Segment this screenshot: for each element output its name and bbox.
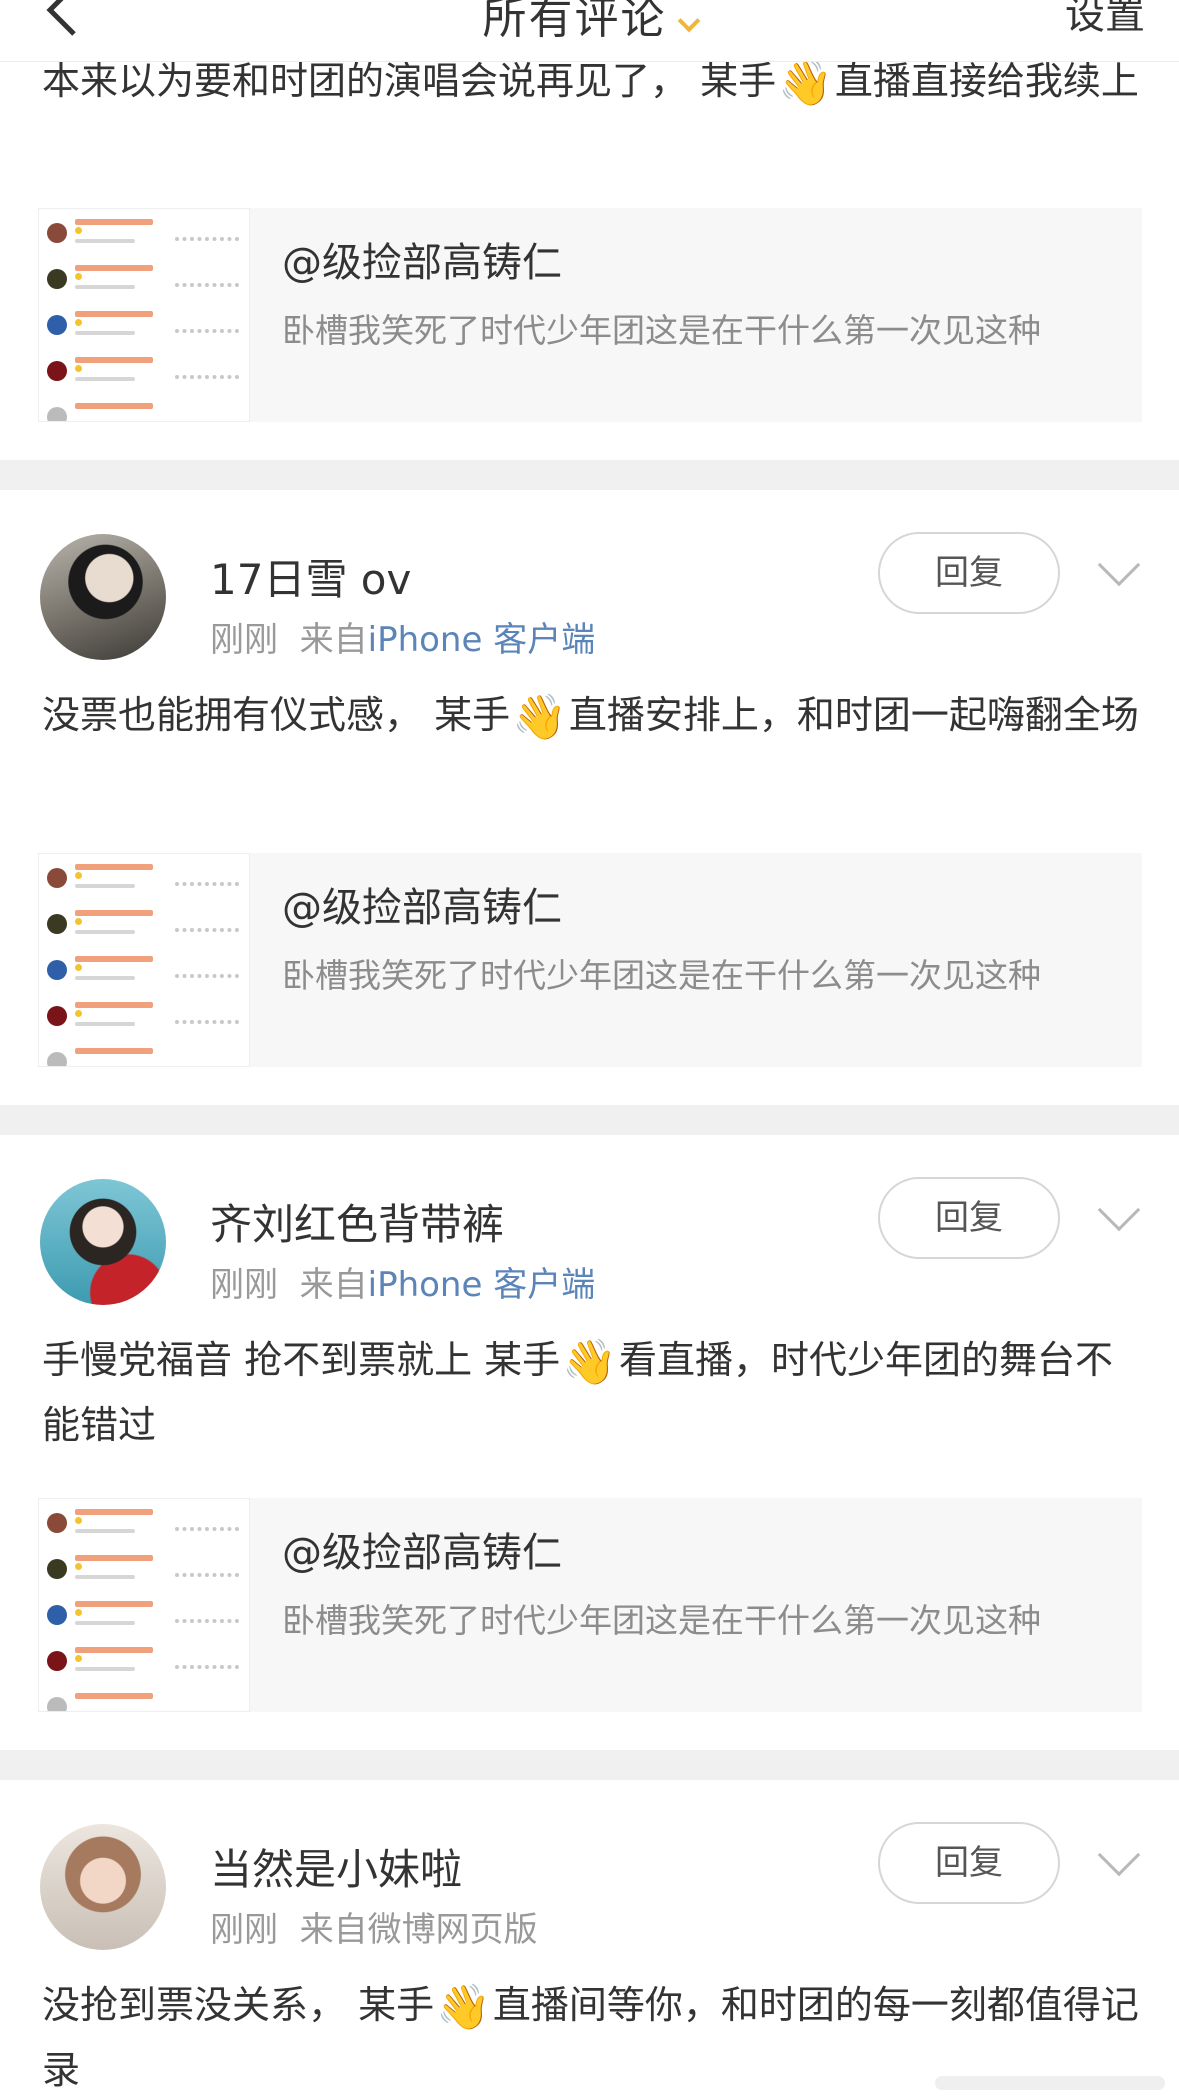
wave-hand-emoji: 👋 bbox=[436, 1982, 491, 2033]
settings-button[interactable]: 设置 bbox=[1065, 0, 1145, 40]
avatar[interactable] bbox=[40, 1824, 166, 1950]
shared-post-thumbnail bbox=[38, 853, 250, 1067]
comment-body: 手慢党福音 抢不到票就上 某手👋看直播，时代少年团的舞台不能错过 bbox=[0, 1329, 1179, 1457]
chevron-down-icon[interactable] bbox=[1097, 1188, 1141, 1232]
avatar[interactable] bbox=[40, 1179, 166, 1305]
comment-source[interactable]: iPhone 客户端 bbox=[368, 1265, 596, 1305]
shared-post-description: 卧槽我笑死了时代少年团这是在干什么第一次见这种 bbox=[282, 311, 1041, 350]
comment-username[interactable]: 17日雪 ov bbox=[210, 546, 411, 607]
section-divider bbox=[0, 460, 1179, 490]
comment-body: 没票也能拥有仪式感， 某手👋直播安排上，和时团一起嗨翻全场 bbox=[0, 684, 1179, 749]
shared-post-thumbnail bbox=[38, 1498, 250, 1712]
shared-post-card[interactable]: @级捡部高铸仁 卧槽我笑死了时代少年团这是在干什么第一次见这种 bbox=[38, 208, 1142, 422]
shared-post-username: @级捡部高铸仁 bbox=[282, 885, 562, 931]
verified-badge-icon bbox=[677, 9, 700, 33]
reply-button[interactable]: 回复 bbox=[878, 1177, 1060, 1259]
top-nav-bar: 所有评论 设置 bbox=[0, 0, 1179, 62]
scroll-indicator bbox=[935, 2076, 1165, 2090]
comment-source[interactable]: iPhone 客户端 bbox=[368, 620, 596, 660]
comment-meta: 刚刚 来自iPhone 客户端 bbox=[210, 1257, 595, 1306]
shared-post-username: @级捡部高铸仁 bbox=[282, 1530, 562, 1576]
reply-button[interactable]: 回复 bbox=[878, 532, 1060, 614]
reply-button[interactable]: 回复 bbox=[878, 1822, 1060, 1904]
comment-time: 刚刚 bbox=[210, 1910, 278, 1950]
section-divider bbox=[0, 1105, 1179, 1135]
shared-post-card[interactable]: @级捡部高铸仁 卧槽我笑死了时代少年团这是在干什么第一次见这种 bbox=[38, 853, 1142, 1067]
comment-text-before: 没抢到票没关系， 某手 bbox=[42, 1983, 435, 2027]
comment-text-before: 没票也能拥有仪式感， 某手 bbox=[42, 693, 511, 737]
avatar[interactable] bbox=[40, 534, 166, 660]
wave-hand-emoji: 👋 bbox=[562, 1337, 617, 1388]
comment-text-after: 直播直接给我续上 bbox=[834, 59, 1139, 103]
comment-source-prefix: 来自微博网页版 bbox=[299, 1910, 538, 1950]
comment-text-before: 本来以为要和时团的演唱会说再见了， 某手 bbox=[42, 59, 777, 103]
comment-username[interactable]: 当然是小妹啦 bbox=[210, 1836, 462, 1897]
comment-source-prefix: 来自 bbox=[299, 1265, 368, 1305]
page-title: 所有评论 bbox=[0, 0, 1179, 46]
comment-text: 没票也能拥有仪式感， 某手👋直播安排上，和时团一起嗨翻全场 bbox=[0, 684, 1179, 749]
shared-post-card[interactable]: @级捡部高铸仁 卧槽我笑死了时代少年团这是在干什么第一次见这种 bbox=[38, 1498, 1142, 1712]
comment-time: 刚刚 bbox=[210, 1265, 278, 1305]
wave-hand-emoji: 👋 bbox=[512, 692, 567, 743]
comment-text-after: 直播安排上，和时团一起嗨翻全场 bbox=[568, 693, 1139, 737]
comment-time: 刚刚 bbox=[210, 620, 278, 660]
shared-post-username: @级捡部高铸仁 bbox=[282, 240, 562, 286]
comment-text-before: 手慢党福音 抢不到票就上 某手 bbox=[42, 1338, 561, 1382]
page-title-text: 所有评论 bbox=[482, 0, 667, 44]
chevron-down-icon[interactable] bbox=[1097, 1833, 1141, 1877]
shared-post-description: 卧槽我笑死了时代少年团这是在干什么第一次见这种 bbox=[282, 956, 1041, 995]
comment-text: 手慢党福音 抢不到票就上 某手👋看直播，时代少年团的舞台不能错过 bbox=[0, 1329, 1179, 1457]
shared-post-thumbnail bbox=[38, 208, 250, 422]
comment-source-prefix: 来自 bbox=[299, 620, 368, 660]
comment-meta: 刚刚 来自微博网页版 bbox=[210, 1902, 538, 1951]
comment-meta: 刚刚 来自iPhone 客户端 bbox=[210, 612, 595, 661]
chevron-down-icon[interactable] bbox=[1097, 543, 1141, 587]
shared-post-description: 卧槽我笑死了时代少年团这是在干什么第一次见这种 bbox=[282, 1601, 1041, 1640]
comment-username[interactable]: 齐刘红色背带裤 bbox=[210, 1191, 504, 1252]
section-divider bbox=[0, 1750, 1179, 1780]
